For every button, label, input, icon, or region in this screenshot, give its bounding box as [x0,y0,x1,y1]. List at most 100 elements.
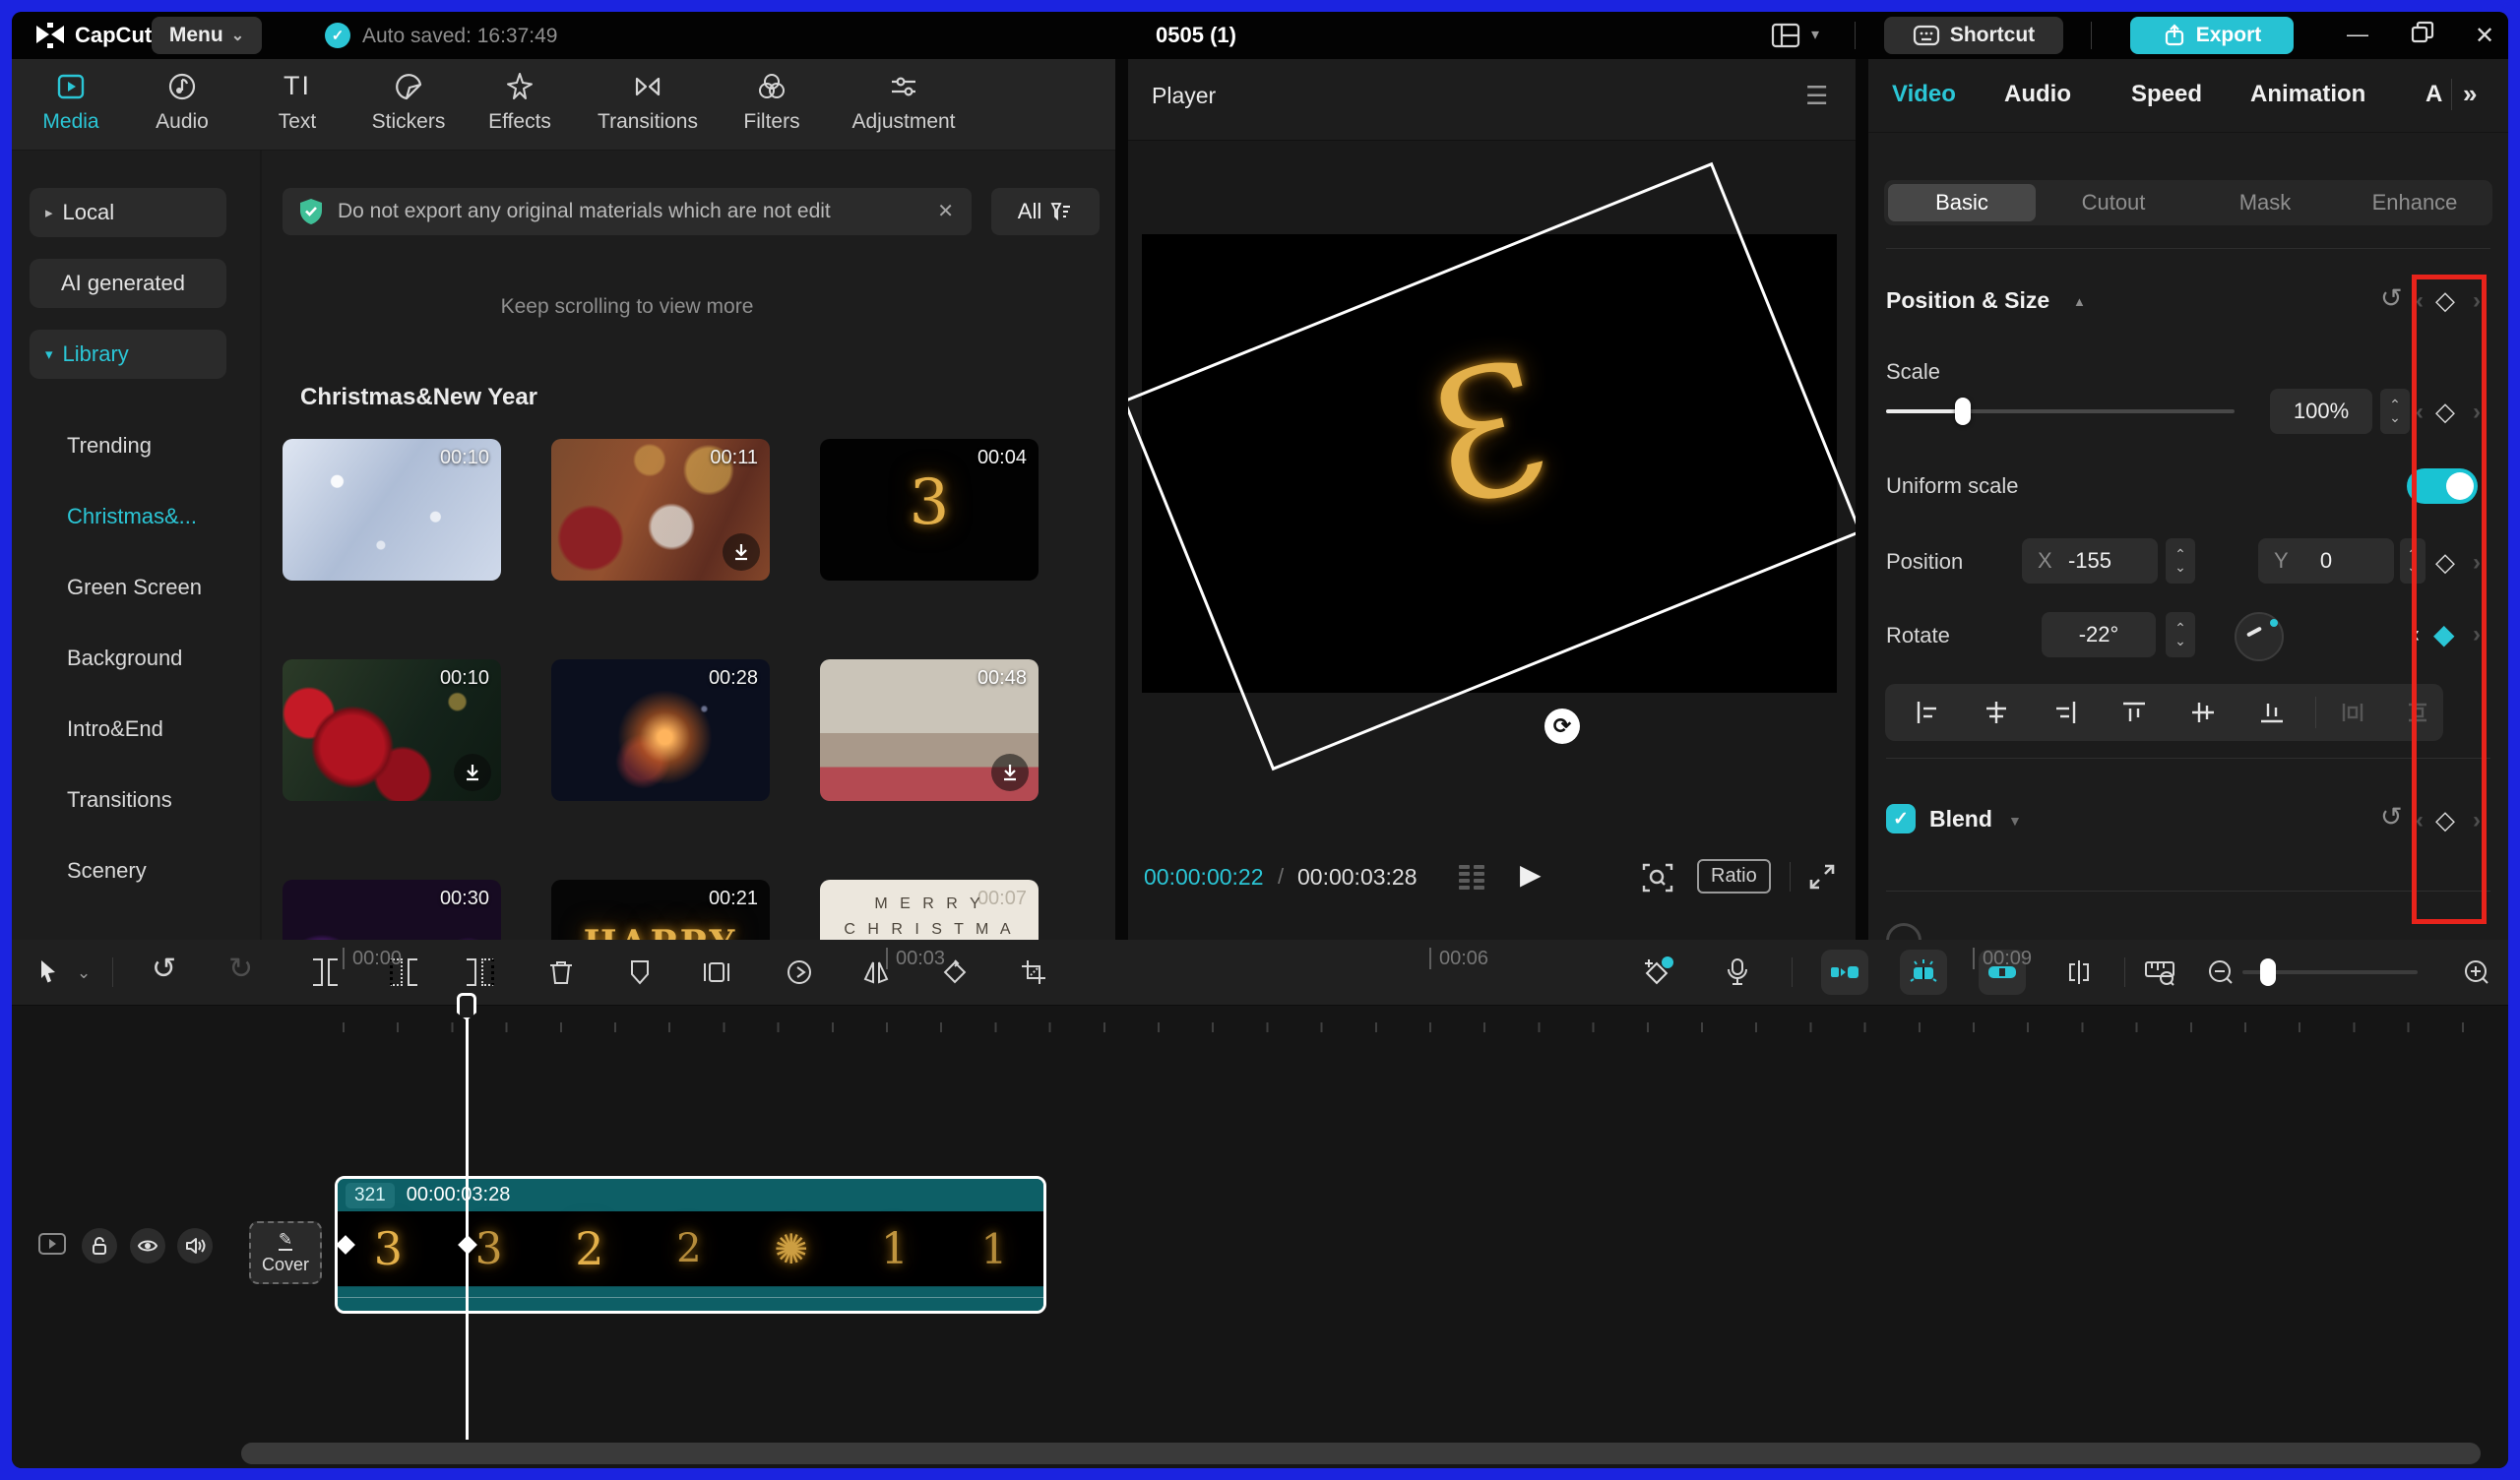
subtab-mask[interactable]: Mask [2191,190,2339,216]
keyframe-diamond-icon[interactable]: ◇ [2435,805,2455,835]
media-card-countdown-3[interactable]: 00:04 3 [820,439,1039,581]
menu-button[interactable]: Menu ⌄ [152,17,262,54]
timeline-zoom-slider-handle[interactable] [2260,958,2276,986]
window-minimize-button[interactable]: — [2347,22,2368,47]
keyframe-prev-icon[interactable]: ‹ [2412,621,2420,648]
rotate-stepper[interactable]: ⌃ ⌄ [2166,612,2195,657]
playhead-line[interactable] [466,1018,469,1440]
add-keyframe-icon[interactable] [1640,956,1675,989]
keyframe-prev-icon[interactable]: ‹ [2416,399,2424,426]
tab-stickers[interactable]: Stickers [354,69,463,134]
sidebar-item-ai-generated[interactable]: AI generated [30,259,226,308]
scale-value-field[interactable]: 100% [2270,389,2372,434]
shortcut-button[interactable]: Shortcut [1884,17,2063,54]
rotate-dial[interactable] [2235,612,2284,661]
media-card-merry-christmas[interactable]: 00:07 M E R R Y C H R I S T M A [820,880,1039,940]
speed-icon[interactable] [782,956,817,989]
zoom-out-icon[interactable] [2203,956,2238,989]
sidebar-item-trending[interactable]: Trending [67,433,152,459]
reset-blend-icon[interactable]: ↺ [2380,802,2403,832]
rotate-handle[interactable]: ⟳ [1544,709,1580,744]
lock-track-button[interactable] [82,1228,117,1264]
media-card-snow[interactable]: 00:10 [283,439,501,581]
sidebar-item-intro-end[interactable]: Intro&End [67,716,163,742]
blend-checkbox[interactable]: ✓ [1886,804,1916,833]
redo-icon[interactable]: ↻ [228,952,253,986]
distribute-vertical-icon[interactable] [2405,700,2430,725]
align-left-icon[interactable] [1915,700,1940,725]
keyframe-next-icon[interactable]: › [2473,287,2481,315]
position-y-field[interactable]: Y 0 [2258,538,2394,584]
mark-icon[interactable] [622,956,658,989]
tab-video[interactable]: Video [1892,81,1956,108]
crop-icon[interactable] [1016,956,1051,989]
keyframe-next-icon[interactable]: › [2473,399,2481,426]
media-card-purple-fireworks[interactable]: 00:30 [283,880,501,940]
delete-right-icon[interactable] [463,956,498,989]
edit-cover-button[interactable]: ✎ Cover [249,1221,322,1284]
sidebar-item-christmas[interactable]: Christmas&... [67,504,197,529]
subtab-cutout[interactable]: Cutout [2040,190,2187,216]
download-icon[interactable] [991,754,1029,791]
timeline-scale-icon[interactable] [2142,956,2177,989]
sidebar-item-background[interactable]: Background [67,646,182,671]
tab-adjustment[interactable]: Adjustment [850,69,958,134]
delete-icon[interactable] [543,956,579,989]
horizontal-scrollbar[interactable] [241,1443,2481,1464]
zoom-in-icon[interactable] [2459,956,2494,989]
position-x-field[interactable]: X -155 [2022,538,2158,584]
window-close-button[interactable]: ✕ [2475,22,2494,50]
stepper-down-icon[interactable]: ⌄ [2174,634,2186,648]
keyframe-diamond-icon[interactable]: ◇ [2435,397,2455,427]
tab-media[interactable]: Media [17,69,125,134]
player-menu-icon[interactable]: ☰ [1805,81,1828,111]
tab-filters[interactable]: Filters [718,69,826,134]
download-icon[interactable] [454,754,491,791]
align-bottom-icon[interactable] [2259,700,2285,725]
reset-position-size-icon[interactable]: ↺ [2380,283,2403,314]
media-card-ornaments[interactable]: 00:10 [283,659,501,801]
media-card-happy[interactable]: 00:21 HAPPY [551,880,770,940]
keyframe-next-icon[interactable]: › [2473,807,2481,834]
mute-track-button[interactable] [177,1228,213,1264]
tab-animation[interactable]: Animation [2250,81,2365,108]
close-icon[interactable]: ✕ [937,199,954,223]
align-top-icon[interactable] [2121,700,2147,725]
scale-slider-handle[interactable] [1955,398,1971,425]
collapse-caret-icon[interactable]: ▲ [2073,294,2086,309]
keyframe-diamond-icon[interactable]: ◇ [2435,547,2455,578]
layout-panels-icon[interactable] [1770,21,1801,55]
overlay-icon[interactable] [699,956,734,989]
layout-caret-icon[interactable]: ▾ [1811,25,1819,44]
rotate-value-field[interactable]: -22° [2042,612,2156,657]
tab-transitions[interactable]: Transitions [594,69,702,134]
auto-preview-toggle[interactable] [1900,950,1947,995]
play-button[interactable]: ▶ [1520,858,1542,891]
media-card-family[interactable]: 00:48 [820,659,1039,801]
export-button[interactable]: Export [2130,17,2294,54]
preview-quality-icon[interactable] [1640,860,1675,900]
sidebar-item-transitions[interactable]: Transitions [67,787,172,813]
keyframe-prev-icon[interactable]: ‹ [2416,807,2424,834]
blend-dropdown-icon[interactable]: ▼ [2008,813,2022,829]
media-card-gifts[interactable]: 00:11 [551,439,770,581]
keyframe-next-icon[interactable]: › [2473,621,2481,648]
magnetic-snap-toggle[interactable] [1821,950,1868,995]
playhead-handle[interactable] [457,993,476,1020]
timeline-clip[interactable]: 321 00:00:03:28 3 3 2 2 ✺ 1 1 [335,1176,1046,1314]
position-x-stepper[interactable]: ⌃ ⌄ [2166,538,2195,584]
uniform-scale-toggle[interactable] [2407,468,2478,504]
split-view-icon[interactable] [2061,956,2097,989]
ratio-button[interactable]: Ratio [1697,859,1771,894]
hide-track-button[interactable] [130,1228,165,1264]
stepper-down-icon[interactable]: ⌄ [2407,560,2419,574]
split-icon[interactable] [307,956,343,989]
window-maximize-button[interactable] [2410,20,2435,50]
keyframe-prev-icon[interactable]: ‹ [2416,287,2424,315]
align-center-vertical-icon[interactable] [2190,700,2216,725]
tab-truncated[interactable]: A [2426,81,2442,108]
subtab-enhance[interactable]: Enhance [2341,190,2488,216]
next-section-checkbox-partial[interactable] [1886,923,1922,940]
sidebar-item-green-screen[interactable]: Green Screen [67,575,202,600]
stepper-down-icon[interactable]: ⌄ [2174,560,2186,574]
